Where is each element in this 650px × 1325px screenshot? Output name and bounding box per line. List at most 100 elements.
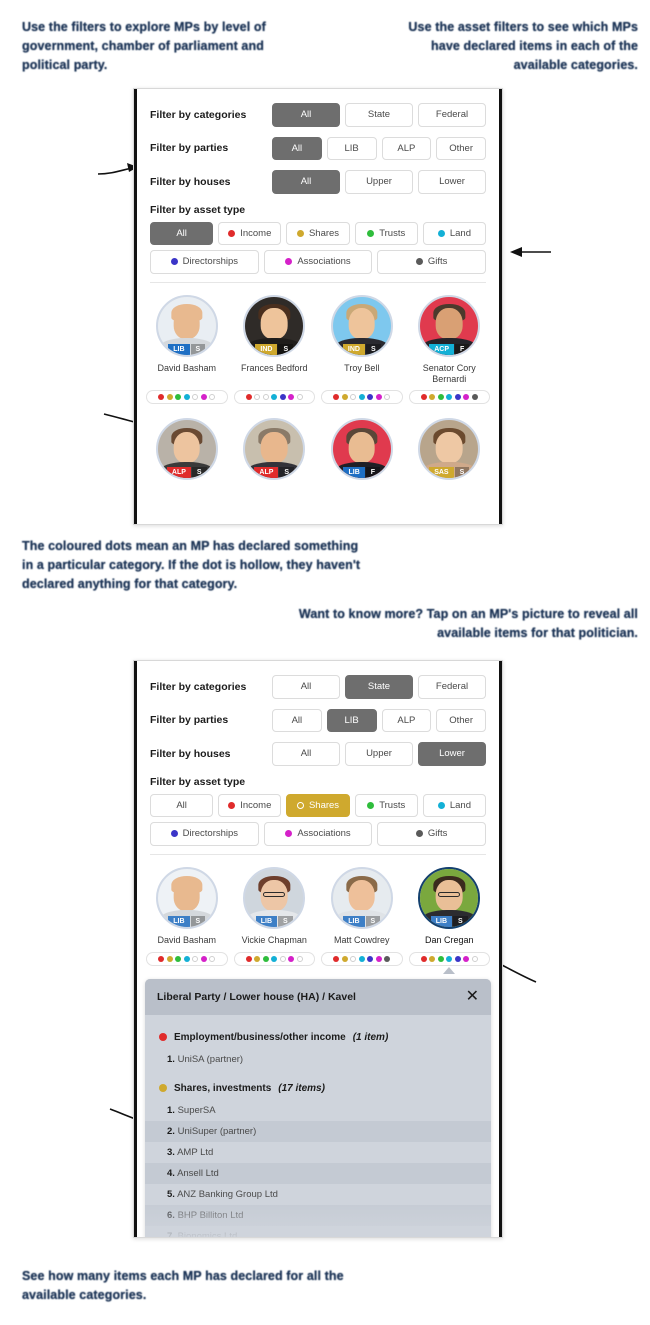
- seg-parties-alp[interactable]: ALP: [381, 708, 432, 732]
- seg-houses-upper[interactable]: Upper: [345, 170, 413, 194]
- seg-parties-lib[interactable]: LIB: [326, 136, 377, 160]
- seg-categories-federal[interactable]: Federal: [418, 103, 486, 127]
- close-icon[interactable]: ✕: [466, 988, 479, 1005]
- mp-card[interactable]: ALP S: [234, 418, 316, 480]
- chip-asset-shares[interactable]: Shares: [286, 221, 350, 245]
- mp-name: Matt Cowdrey: [333, 934, 390, 945]
- category-dot-pill[interactable]: [146, 951, 228, 966]
- avatar[interactable]: LIB S: [155, 866, 218, 929]
- chip-asset-income[interactable]: Income: [218, 793, 282, 817]
- seg-houses-lower[interactable]: Lower: [418, 170, 486, 194]
- chip-asset-gifts[interactable]: Gifts: [377, 250, 487, 274]
- annotation-bottom-left: See how many items each MP has declared …: [22, 1269, 344, 1302]
- avatar[interactable]: IND S: [243, 294, 306, 357]
- chip-asset-directorships[interactable]: Directorships: [150, 250, 259, 274]
- house-badge: S: [278, 915, 293, 927]
- avatar[interactable]: LIB S: [418, 866, 481, 929]
- avatar[interactable]: ALP S: [155, 418, 218, 480]
- mp-card[interactable]: SAS S: [409, 418, 491, 480]
- seg-houses-all[interactable]: All: [272, 742, 340, 766]
- mp-card-selected[interactable]: LIB S Dan Cregan: [409, 866, 491, 947]
- avatar[interactable]: IND S: [330, 294, 393, 357]
- avatar[interactable]: SAS S: [418, 418, 481, 480]
- chip-asset-income[interactable]: Income: [218, 221, 282, 245]
- avatar[interactable]: LIB S: [155, 294, 218, 357]
- party-badge: LIB: [343, 467, 365, 478]
- mp-card[interactable]: IND S Frances Bedford: [234, 294, 316, 386]
- segmented-parties[interactable]: All LIB ALP Other: [272, 136, 486, 160]
- segmented-houses[interactable]: All Upper Lower: [272, 742, 486, 766]
- seg-categories-federal[interactable]: Federal: [418, 675, 486, 699]
- segmented-parties[interactable]: All LIB ALP Other: [272, 708, 486, 732]
- chip-asset-income-label: Income: [240, 799, 272, 811]
- chip-asset-shares[interactable]: Shares: [286, 793, 350, 817]
- section-heading: Shares, investments: [174, 1082, 272, 1094]
- party-badge: IND: [342, 343, 365, 355]
- seg-categories-all[interactable]: All: [272, 675, 340, 699]
- house-badge: S: [453, 915, 468, 927]
- avatar[interactable]: ALP S: [243, 418, 306, 480]
- mp-card[interactable]: LIB S David Basham: [146, 294, 228, 386]
- panel-right-edge: [499, 661, 502, 1237]
- category-dot-pill[interactable]: [233, 951, 315, 966]
- chip-asset-associations[interactable]: Associations: [263, 822, 373, 846]
- mp-card[interactable]: ALP S: [146, 418, 228, 480]
- chip-asset-land[interactable]: Land: [422, 221, 487, 245]
- seg-categories-state[interactable]: State: [345, 103, 413, 127]
- asset-chip-row-1: All Income Shares Trusts Land: [150, 221, 487, 245]
- segmented-categories[interactable]: All State Federal: [272, 675, 486, 699]
- seg-parties-all[interactable]: All: [272, 708, 322, 732]
- segmented-categories[interactable]: All State Federal: [272, 103, 486, 127]
- chip-asset-all[interactable]: All: [150, 793, 214, 817]
- mp-card[interactable]: LIB S Matt Cowdrey: [321, 866, 403, 947]
- chip-asset-all[interactable]: All: [150, 221, 214, 245]
- segmented-houses[interactable]: All Upper Lower: [272, 170, 486, 194]
- chip-asset-land-label: Land: [449, 227, 471, 239]
- category-dot-pill[interactable]: [321, 390, 403, 404]
- seg-parties-other[interactable]: Other: [436, 708, 486, 732]
- seg-parties-other[interactable]: Other: [436, 136, 486, 160]
- shares-dot-icon: [296, 801, 304, 809]
- chip-asset-directorships[interactable]: Directorships: [150, 822, 259, 846]
- seg-houses-upper[interactable]: Upper: [345, 742, 413, 766]
- seg-houses-all[interactable]: All: [272, 170, 340, 194]
- gifts-dot-icon: [415, 258, 423, 266]
- chip-asset-directorships-label: Directorships: [182, 828, 239, 839]
- mp-card[interactable]: IND S Troy Bell: [321, 294, 403, 386]
- chip-asset-gifts[interactable]: Gifts: [377, 822, 487, 846]
- avatar[interactable]: LIB S: [243, 866, 306, 929]
- chip-asset-trusts[interactable]: Trusts: [354, 793, 418, 817]
- seg-categories-all[interactable]: All: [272, 103, 340, 127]
- house-badge: S: [190, 915, 206, 927]
- house-badge: F: [455, 343, 470, 355]
- avatar[interactable]: LIB F: [330, 418, 393, 480]
- category-dot-pill[interactable]: [408, 390, 490, 404]
- mp-card[interactable]: ACP F Senator Cory Bernardi: [409, 294, 491, 386]
- category-dot-pill[interactable]: [321, 951, 403, 966]
- seg-houses-lower[interactable]: Lower: [418, 742, 486, 766]
- seg-parties-alp[interactable]: ALP: [381, 136, 432, 160]
- category-dot-pill-selected[interactable]: [408, 951, 490, 974]
- category-dot-pill[interactable]: [233, 390, 315, 404]
- mp-badges: ALP S: [245, 467, 303, 478]
- income-dot-icon: [228, 229, 236, 237]
- mp-name: Senator Cory Bernardi: [422, 362, 476, 384]
- avatar[interactable]: LIB S: [330, 866, 393, 929]
- avatar[interactable]: ACP F: [418, 294, 481, 357]
- mp-card[interactable]: LIB F: [321, 418, 403, 480]
- mp-card[interactable]: LIB S David Basham: [146, 866, 228, 947]
- mp-card[interactable]: LIB S Vickie Chapman: [234, 866, 316, 947]
- seg-categories-state[interactable]: State: [345, 675, 413, 699]
- chip-asset-trusts[interactable]: Trusts: [354, 221, 418, 245]
- mp-badges: ALP S: [158, 467, 216, 478]
- category-dot-pill[interactable]: [146, 390, 228, 404]
- seg-parties-lib[interactable]: LIB: [326, 708, 377, 732]
- chip-asset-associations[interactable]: Associations: [263, 250, 373, 274]
- seg-parties-all[interactable]: All: [272, 136, 322, 160]
- chip-asset-all-label: All: [176, 227, 187, 239]
- chip-asset-land[interactable]: Land: [422, 793, 487, 817]
- filter-label-categories: Filter by categories: [150, 680, 247, 693]
- section-count: (17 items): [278, 1082, 325, 1094]
- popup-header: Liberal Party / Lower house (HA) / Kavel…: [145, 978, 491, 1015]
- list-item: 2. UniSuper (partner): [145, 1120, 491, 1142]
